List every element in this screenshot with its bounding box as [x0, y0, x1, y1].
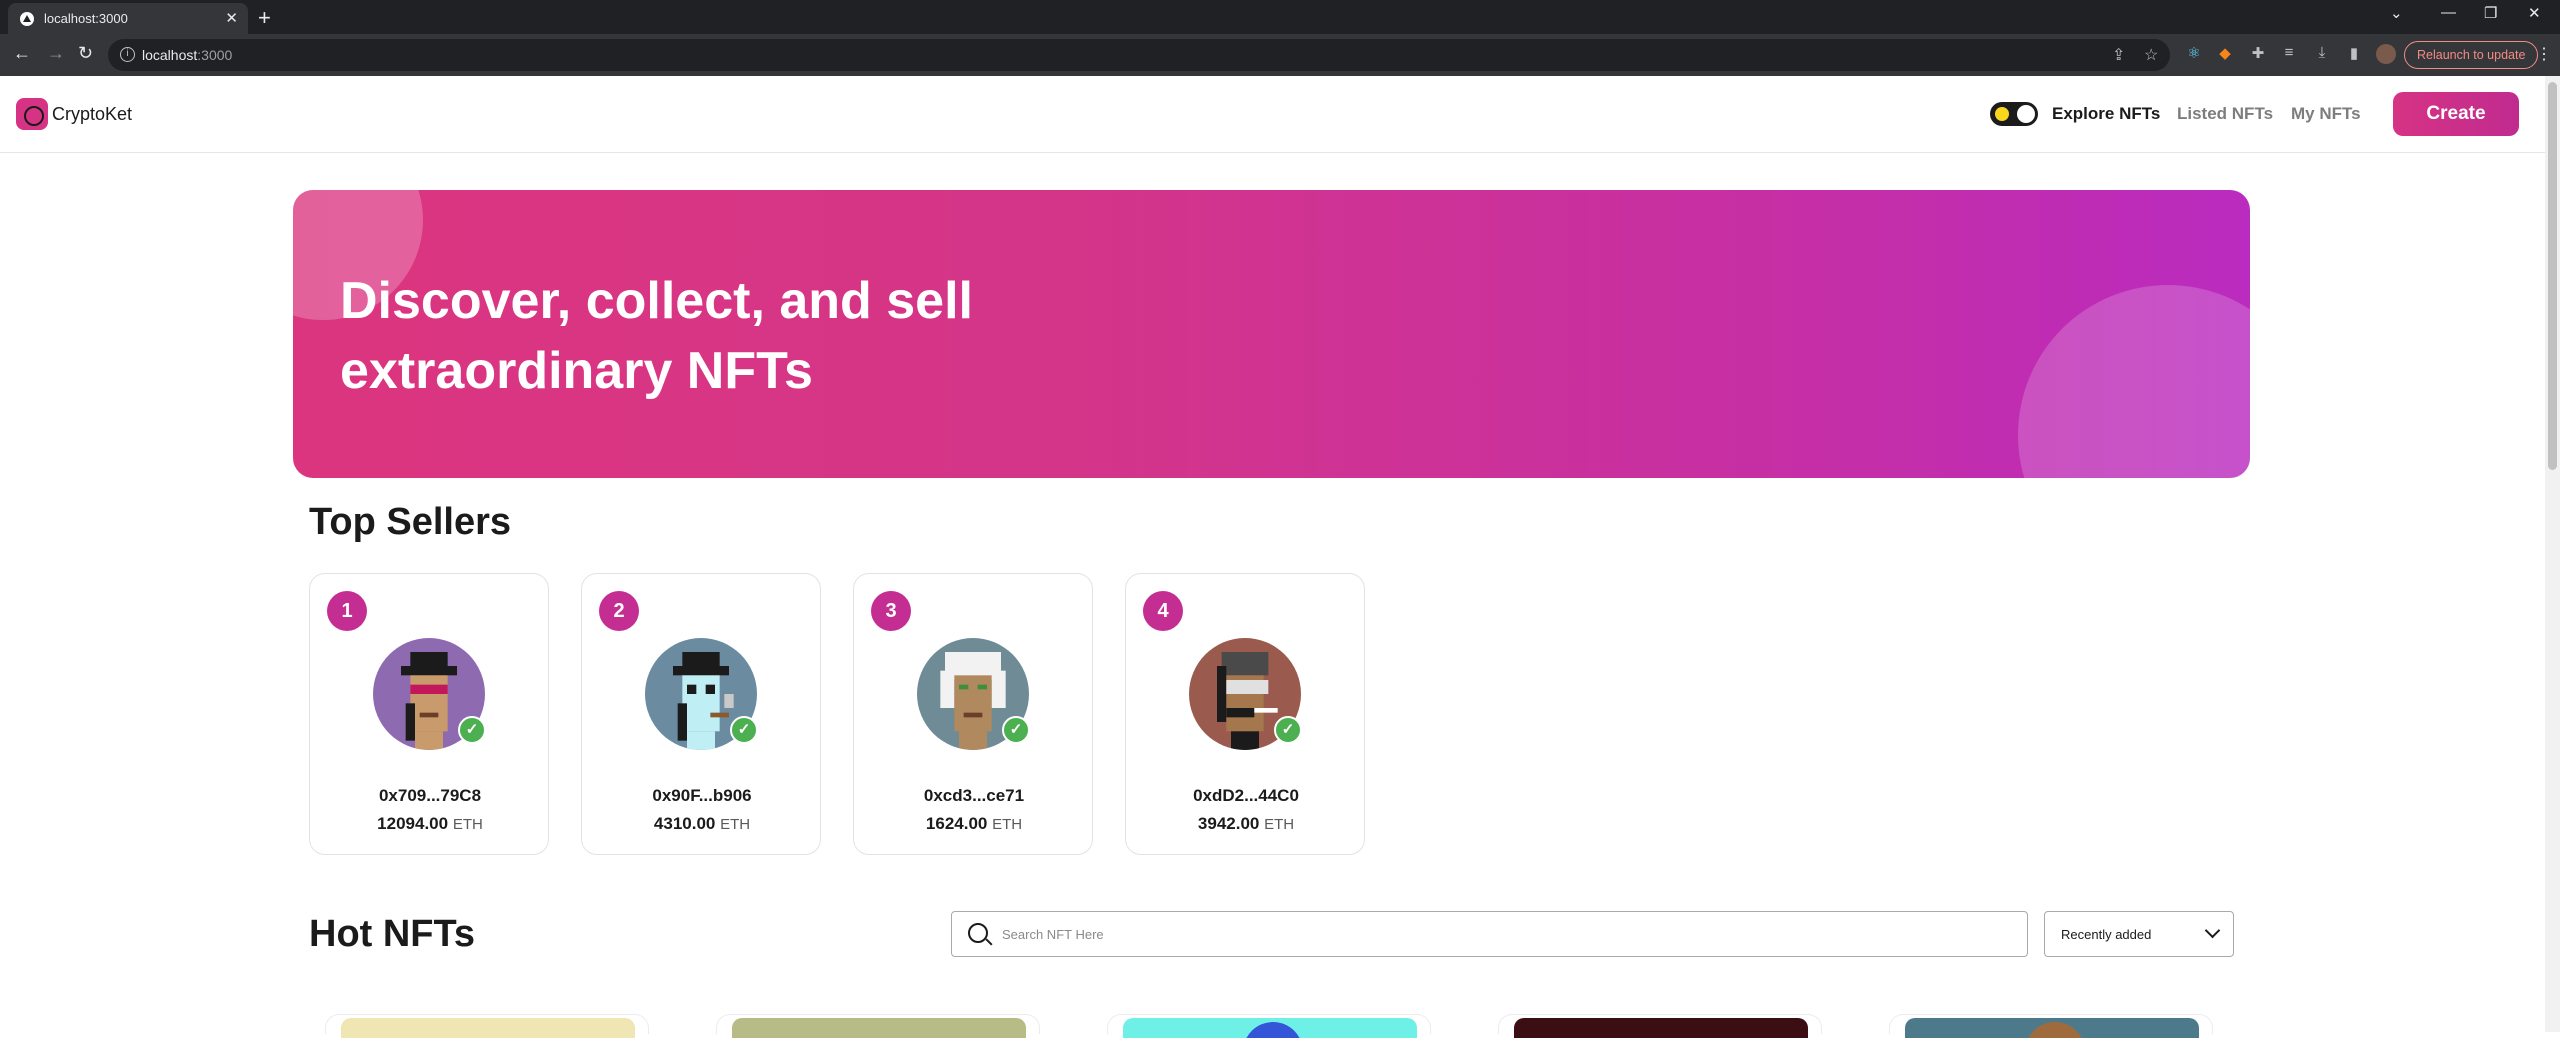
site-info-icon[interactable]: i: [120, 47, 135, 62]
search-icon: [968, 923, 988, 943]
nav-link-my-nfts[interactable]: My NFTs: [2291, 104, 2361, 124]
share-icon[interactable]: ⇪: [2112, 45, 2125, 65]
tab-search-icon[interactable]: ⌄: [2390, 4, 2403, 22]
seller-address: 0xcd3...ce71: [923, 786, 1025, 805]
nft-thumbnail[interactable]: [341, 1018, 635, 1038]
seller-card[interactable]: 2 ✓ 0x90F...b906 4310.00 ETH: [581, 573, 821, 855]
hot-nfts-title: Hot NFTs: [309, 913, 476, 955]
page-scrollbar[interactable]: [2545, 76, 2560, 1032]
seller-amount: 1624.00 ETH: [925, 814, 1023, 833]
address-bar[interactable]: i localhost:3000 ⇪ ☆: [108, 39, 2170, 71]
top-sellers-title: Top Sellers: [309, 501, 512, 543]
seller-rank-badge: 3: [871, 591, 911, 631]
sun-icon: [1995, 107, 2009, 121]
seller-card[interactable]: 1 ✓ 0x709...79C8 12094.00 ETH: [309, 573, 549, 855]
cryptoket-logo-icon[interactable]: [16, 98, 48, 130]
nft-thumbnail[interactable]: [1123, 1018, 1417, 1038]
seller-address: 0x90F...b906: [652, 786, 752, 805]
url-text[interactable]: localhost:3000: [142, 47, 232, 63]
minimize-icon[interactable]: —: [2441, 4, 2456, 21]
nft-thumbnail[interactable]: [1514, 1018, 1808, 1038]
react-devtools-icon[interactable]: ⚛: [2184, 44, 2204, 64]
seller-rank-badge: 1: [327, 591, 367, 631]
scrollbar-thumb[interactable]: [2548, 82, 2557, 470]
seller-rank-badge: 2: [599, 591, 639, 631]
back-icon[interactable]: ←: [13, 43, 31, 64]
nft-card[interactable]: [1498, 1014, 1822, 1038]
search-box[interactable]: [951, 911, 2028, 957]
metamask-icon[interactable]: ◆: [2215, 44, 2235, 64]
theme-toggle[interactable]: [1990, 102, 2038, 126]
forward-icon[interactable]: →: [47, 43, 65, 64]
create-button[interactable]: Create: [2393, 92, 2519, 136]
banner-title: Discover, collect, and sell extraordinar…: [340, 266, 1060, 406]
nft-card[interactable]: [325, 1014, 649, 1038]
reading-list-icon[interactable]: ≡: [2279, 44, 2299, 64]
vercel-favicon-icon: [20, 12, 34, 26]
nft-art-fragment: [1243, 1022, 1303, 1038]
sort-dropdown[interactable]: Recently added: [2044, 911, 2234, 957]
nft-thumbnail[interactable]: [732, 1018, 1026, 1038]
seller-card[interactable]: 3 ✓ 0xcd3...ce71 1624.00 ETH: [853, 573, 1093, 855]
download-icon[interactable]: ⤓: [2312, 44, 2332, 64]
verified-check-icon: ✓: [1274, 716, 1302, 744]
more-menu-icon[interactable]: ⋮: [2536, 44, 2552, 64]
close-icon[interactable]: ✕: [225, 9, 238, 27]
nav-link-listed[interactable]: Listed NFTs: [2177, 104, 2273, 124]
chevron-down-icon: [2204, 922, 2221, 939]
nav-link-explore[interactable]: Explore NFTs: [2052, 104, 2160, 124]
new-tab-icon[interactable]: +: [258, 5, 271, 31]
hero-banner: Discover, collect, and sell extraordinar…: [293, 190, 2250, 478]
seller-address: 0xdD2...44C0: [1193, 786, 1299, 805]
app-root: CryptoKet Explore NFTs Listed NFTs My NF…: [0, 76, 2545, 1038]
browser-tab[interactable]: localhost:3000 ✕: [8, 3, 248, 34]
extensions-puzzle-icon[interactable]: ✚: [2248, 44, 2268, 64]
reload-icon[interactable]: ↻: [78, 43, 93, 64]
banner-line-2: extraordinary NFTs: [340, 342, 813, 400]
banner-line-1: Discover, collect, and sell: [340, 272, 973, 330]
verified-check-icon: ✓: [458, 716, 486, 744]
profile-avatar[interactable]: [2376, 44, 2396, 64]
nft-card[interactable]: [1107, 1014, 1431, 1038]
restore-icon[interactable]: ❐: [2484, 4, 2497, 22]
relaunch-button[interactable]: Relaunch to update: [2404, 41, 2539, 69]
banner-circle-decoration: [2018, 285, 2250, 478]
brand-name[interactable]: CryptoKet: [52, 104, 132, 125]
nft-thumbnail[interactable]: [1905, 1018, 2199, 1038]
seller-rank-badge: 4: [1143, 591, 1183, 631]
tab-title: localhost:3000: [44, 11, 128, 26]
search-input[interactable]: [1002, 920, 2012, 948]
seller-amount: 4310.00 ETH: [653, 814, 751, 833]
verified-check-icon: ✓: [730, 716, 758, 744]
seller-card[interactable]: 4 ✓ 0xdD2...44C0 3942.00 ETH: [1125, 573, 1365, 855]
browser-toolbar: ← → ↻ i localhost:3000 ⇪ ☆ ⚛ ◆ ✚ ≡ ⤓ ▮ R…: [0, 34, 2560, 76]
window-close-icon[interactable]: ✕: [2528, 4, 2541, 22]
seller-address: 0x709...79C8: [378, 786, 482, 805]
sort-selected-value: Recently added: [2061, 927, 2152, 942]
nft-card[interactable]: [716, 1014, 1040, 1038]
bookmark-star-icon[interactable]: ☆: [2144, 45, 2158, 65]
nft-art-fragment: [2025, 1022, 2085, 1038]
verified-check-icon: ✓: [1002, 716, 1030, 744]
toggle-knob: [2017, 105, 2035, 123]
seller-amount: 12094.00 ETH: [377, 814, 483, 833]
seller-amount: 3942.00 ETH: [1197, 814, 1295, 833]
top-navbar: CryptoKet Explore NFTs Listed NFTs My NF…: [0, 76, 2545, 153]
browser-tab-bar: localhost:3000 ✕ + ⌄ — ❐ ✕: [0, 0, 2560, 34]
side-panel-icon[interactable]: ▮: [2344, 44, 2364, 64]
nft-card[interactable]: [1889, 1014, 2213, 1038]
